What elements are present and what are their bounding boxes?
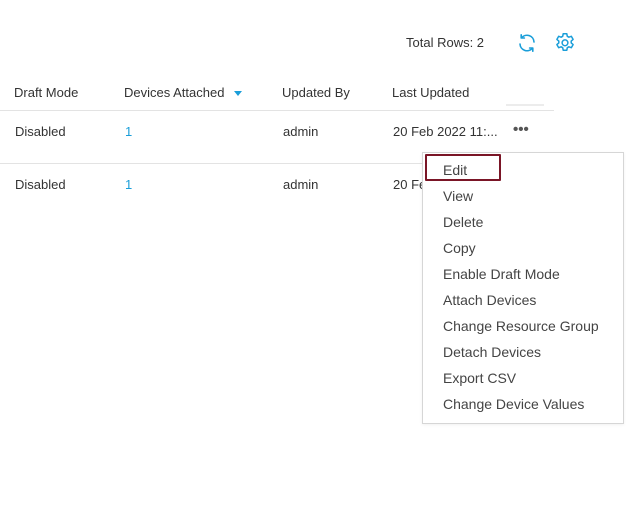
column-resize-handle[interactable] <box>506 104 544 111</box>
menu-item-edit[interactable]: Edit <box>443 162 467 178</box>
devices-attached-link[interactable]: 1 <box>125 177 132 192</box>
menu-item-copy[interactable]: Copy <box>443 240 476 256</box>
menu-item-enable-draft-mode[interactable]: Enable Draft Mode <box>443 266 560 282</box>
sort-descending-icon[interactable] <box>234 91 243 97</box>
column-header-updated-by[interactable]: Updated By <box>282 85 350 100</box>
total-rows-count: Total Rows: 2 <box>406 35 485 50</box>
devices-attached-link[interactable]: 1 <box>125 124 132 139</box>
menu-item-change-resource-group[interactable]: Change Resource Group <box>443 318 599 334</box>
table-toolbar: Total Rows: 2 <box>0 30 626 56</box>
menu-item-attach-devices[interactable]: Attach Devices <box>443 292 536 308</box>
cell-updated-by: admin <box>283 124 319 139</box>
cell-draft-mode: Disabled <box>15 177 66 192</box>
row-actions-menu: Edit View Delete Copy Enable Draft Mode … <box>422 152 624 424</box>
refresh-icon[interactable] <box>515 31 539 55</box>
table-header-row: Draft Mode Devices Attached Updated By L… <box>0 80 554 111</box>
gear-icon[interactable] <box>553 31 577 55</box>
menu-item-detach-devices[interactable]: Detach Devices <box>443 344 541 360</box>
menu-item-view[interactable]: View <box>443 188 473 204</box>
more-actions-icon[interactable]: ••• <box>513 122 529 138</box>
column-header-devices-attached[interactable]: Devices Attached <box>124 85 243 100</box>
menu-item-delete[interactable]: Delete <box>443 214 483 230</box>
column-header-last-updated[interactable]: Last Updated <box>392 85 469 100</box>
cell-last-updated: 20 Feb 2022 11:... <box>393 124 498 139</box>
cell-draft-mode: Disabled <box>15 124 66 139</box>
menu-item-change-device-values[interactable]: Change Device Values <box>443 396 584 412</box>
menu-item-export-csv[interactable]: Export CSV <box>443 370 516 386</box>
column-header-draft-mode[interactable]: Draft Mode <box>14 85 78 100</box>
column-header-label: Devices Attached <box>124 85 225 100</box>
cell-updated-by: admin <box>283 177 319 192</box>
